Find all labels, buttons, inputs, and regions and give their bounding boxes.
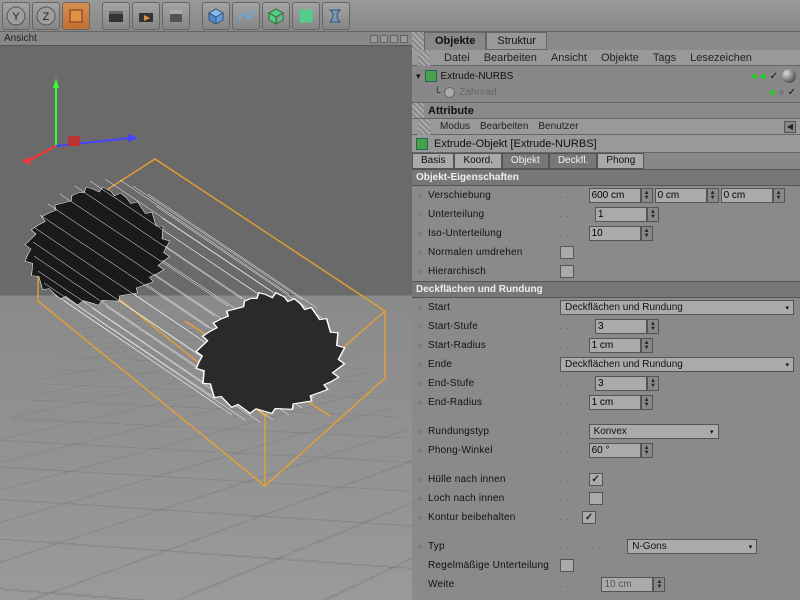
menu-lesezeichen[interactable]: Lesezeichen	[690, 52, 752, 64]
start-dropdown[interactable]: Deckflächen und Rundung▾	[560, 300, 794, 315]
kontur-checkbox[interactable]	[582, 511, 596, 524]
svg-text:Y: Y	[12, 11, 20, 23]
material-sphere-icon[interactable]	[782, 69, 796, 83]
regel-unterteilung-checkbox	[560, 559, 574, 572]
end-radius-field[interactable]	[589, 395, 653, 410]
deformer-button[interactable]	[322, 2, 350, 30]
tab-struktur[interactable]: Struktur	[486, 32, 547, 50]
extrude-icon	[425, 70, 437, 82]
section-objekt-eigenschaften: Objekt-Eigenschaften	[412, 169, 800, 186]
verschiebung-y-field[interactable]	[655, 188, 719, 203]
object-tree[interactable]: ▾ Extrude-NURBS ✓ └ Zahnrad ✓	[412, 66, 800, 103]
nav-back-button[interactable]	[784, 121, 796, 133]
spline-icon	[444, 87, 455, 98]
gear-object[interactable]	[0, 156, 412, 536]
axis-y-button[interactable]: Y	[2, 2, 30, 30]
normalen-checkbox[interactable]	[560, 246, 574, 259]
objects-panel-tabs: Objekte Struktur	[412, 32, 800, 50]
huelle-checkbox[interactable]	[589, 473, 603, 486]
array-button[interactable]	[292, 2, 320, 30]
unterteilung-field[interactable]	[595, 207, 659, 222]
menu-objekte[interactable]: Objekte	[601, 52, 639, 64]
cube-primitive-button[interactable]	[202, 2, 230, 30]
attribute-menu: Modus Bearbeiten Benutzer	[412, 119, 800, 135]
render-picture-button[interactable]	[102, 2, 130, 30]
rundungstyp-dropdown[interactable]: Konvex▾	[589, 424, 719, 439]
tree-item-zahnrad[interactable]: └ Zahnrad ✓	[416, 84, 796, 100]
end-stufe-field[interactable]	[595, 376, 659, 391]
menu-benutzer[interactable]: Benutzer	[538, 121, 578, 132]
menu-modus[interactable]: Modus	[440, 121, 470, 132]
subtab-basis[interactable]: Basis	[412, 153, 454, 169]
verschiebung-x-field[interactable]	[589, 188, 653, 203]
tab-objekte[interactable]: Objekte	[424, 32, 486, 50]
subtab-phong[interactable]: Phong	[597, 153, 644, 169]
extrude-object-icon	[416, 138, 428, 150]
subtab-deckfl[interactable]: Deckfl.	[549, 153, 598, 169]
attribute-title: Attribute	[424, 105, 474, 117]
spline-button[interactable]	[232, 2, 260, 30]
svg-text:Z: Z	[43, 11, 50, 23]
ende-dropdown[interactable]: Deckflächen und Rundung▾	[560, 357, 794, 372]
attribute-object-label: Extrude-Objekt [Extrude-NURBS]	[434, 138, 597, 150]
axis-z-button[interactable]: Z	[32, 2, 60, 30]
typ-dropdown[interactable]: N-Gons▾	[627, 539, 757, 554]
menu-ansicht[interactable]: Ansicht	[551, 52, 587, 64]
menu-bearbeiten[interactable]: Bearbeiten	[484, 52, 537, 64]
viewport-panel: Ansicht	[0, 32, 412, 600]
subtab-objekt[interactable]: Objekt	[502, 153, 549, 169]
section-deckflaechen: Deckflächen und Rundung	[412, 281, 800, 298]
tree-item-extrude[interactable]: ▾ Extrude-NURBS ✓	[416, 68, 796, 84]
hierarchisch-checkbox[interactable]	[560, 265, 574, 278]
attribute-sub-tabs: Basis Koord. Objekt Deckfl. Phong	[412, 153, 800, 169]
model-mode-button[interactable]	[62, 2, 90, 30]
viewport-canvas[interactable]	[0, 46, 412, 600]
weite-field	[601, 577, 665, 592]
start-radius-field[interactable]	[589, 338, 653, 353]
iso-unterteilung-field[interactable]	[589, 226, 653, 241]
menu-tags[interactable]: Tags	[653, 52, 676, 64]
verschiebung-z-field[interactable]	[721, 188, 785, 203]
render-active-button[interactable]	[132, 2, 160, 30]
viewport-title: Ansicht	[4, 33, 37, 44]
start-stufe-field[interactable]	[595, 319, 659, 334]
viewport-nav-icons[interactable]	[370, 35, 408, 43]
loch-checkbox[interactable]	[589, 492, 603, 505]
menu-bearbeiten2[interactable]: Bearbeiten	[480, 121, 528, 132]
phong-winkel-field[interactable]	[589, 443, 653, 458]
top-toolbar: Y Z	[0, 0, 800, 32]
hypernurbs-button[interactable]	[262, 2, 290, 30]
menu-datei[interactable]: Datei	[444, 52, 470, 64]
render-settings-button[interactable]	[162, 2, 190, 30]
objects-menu: Datei Bearbeiten Ansicht Objekte Tags Le…	[412, 50, 800, 66]
subtab-koord[interactable]: Koord.	[454, 153, 501, 169]
